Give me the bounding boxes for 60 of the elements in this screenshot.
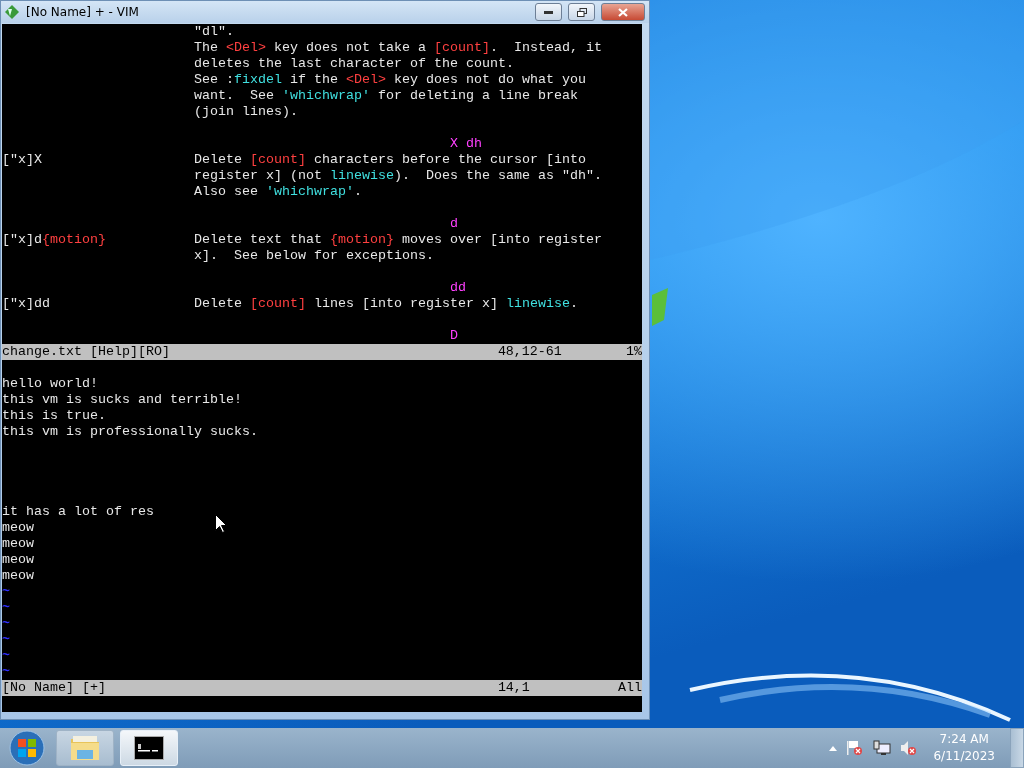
- text-line: this is true.: [2, 408, 106, 424]
- scroll-percent: 1%: [626, 344, 642, 360]
- help-text-line: register x] (not linewise). Does the same as "dh".: [193, 168, 602, 184]
- help-text-line: deletes the last character of the count.: [193, 56, 514, 72]
- command-name: ["x]d{motion}: [2, 232, 107, 248]
- text-line: hello world!: [2, 376, 98, 392]
- text-line: meow: [2, 568, 34, 584]
- window-title: [No Name] + - VIM: [26, 5, 140, 19]
- file-name: change.txt [Help][RO]: [2, 344, 171, 360]
- filler-line: ~: [2, 584, 10, 600]
- minimize-button[interactable]: [535, 3, 562, 21]
- text-line: meow: [2, 520, 34, 536]
- filler-line: ~: [2, 664, 10, 680]
- network-icon[interactable]: [873, 740, 892, 756]
- help-text-line: The <Del> key does not take a [count]. Instead, it: [193, 40, 602, 56]
- help-tag: d: [449, 216, 458, 232]
- help-tag: dd: [449, 280, 466, 296]
- filler-line: ~: [2, 600, 10, 616]
- help-text-line: Delete [count] lines [into register x] linewise.: [193, 296, 578, 312]
- text-line: meow: [2, 536, 34, 552]
- help-text-line: Delete [count] characters before the cursor [into: [193, 152, 586, 168]
- minimize-icon: [544, 10, 553, 14]
- restore-icon: [576, 7, 587, 17]
- speaker-icon[interactable]: [900, 740, 919, 756]
- cursor-position: 14,1: [497, 680, 531, 696]
- text-line: meow: [2, 552, 34, 568]
- command-name: ["x]dd: [2, 296, 51, 312]
- help-text-line: x]. See below for exceptions.: [193, 248, 434, 264]
- filler-line: ~: [2, 632, 10, 648]
- clock-date[interactable]: 6/11/2023: [933, 748, 995, 765]
- scroll-percent: All: [618, 680, 642, 696]
- filler-line: ~: [2, 648, 10, 664]
- vim-icon: [4, 4, 20, 20]
- caret-icon: [829, 745, 838, 751]
- text-line: this vm is sucks and terrible!: [2, 392, 242, 408]
- help-text-line: See :fixdel if the <Del> key does not do what you: [193, 72, 586, 88]
- help-tag: D: [449, 328, 458, 344]
- restore-button[interactable]: [568, 3, 595, 21]
- pointer-icon: [215, 514, 227, 533]
- help-text-line: "dl".: [193, 24, 234, 40]
- flag-icon[interactable]: [846, 740, 865, 756]
- file-name: [No Name] [+]: [2, 680, 107, 696]
- close-button[interactable]: [601, 3, 645, 21]
- folder-icon: [69, 734, 101, 762]
- clock-time[interactable]: 7:24 AM: [939, 731, 989, 748]
- help-text-line: Also see 'whichwrap'.: [193, 184, 362, 200]
- console-button[interactable]: [120, 730, 178, 766]
- help-text-line: (join lines).: [193, 104, 298, 120]
- console-icon: [134, 736, 164, 760]
- cursor-position: 48,12-61: [497, 344, 563, 360]
- command-name: ["x]X: [2, 152, 43, 168]
- filler-line: ~: [2, 616, 10, 632]
- help-text-line: Delete text that {motion} moves over [into register: [193, 232, 602, 248]
- show-hidden-icons-button[interactable]: [829, 745, 838, 751]
- help-tag: X dh: [449, 136, 482, 152]
- text-line: this vm is professionally sucks.: [2, 424, 258, 440]
- text-line: it has a lot of res: [2, 504, 154, 520]
- help-text-line: want. See 'whichwrap' for deleting a line break: [193, 88, 578, 104]
- windows-logo-icon: [9, 730, 45, 766]
- close-icon: [618, 7, 628, 17]
